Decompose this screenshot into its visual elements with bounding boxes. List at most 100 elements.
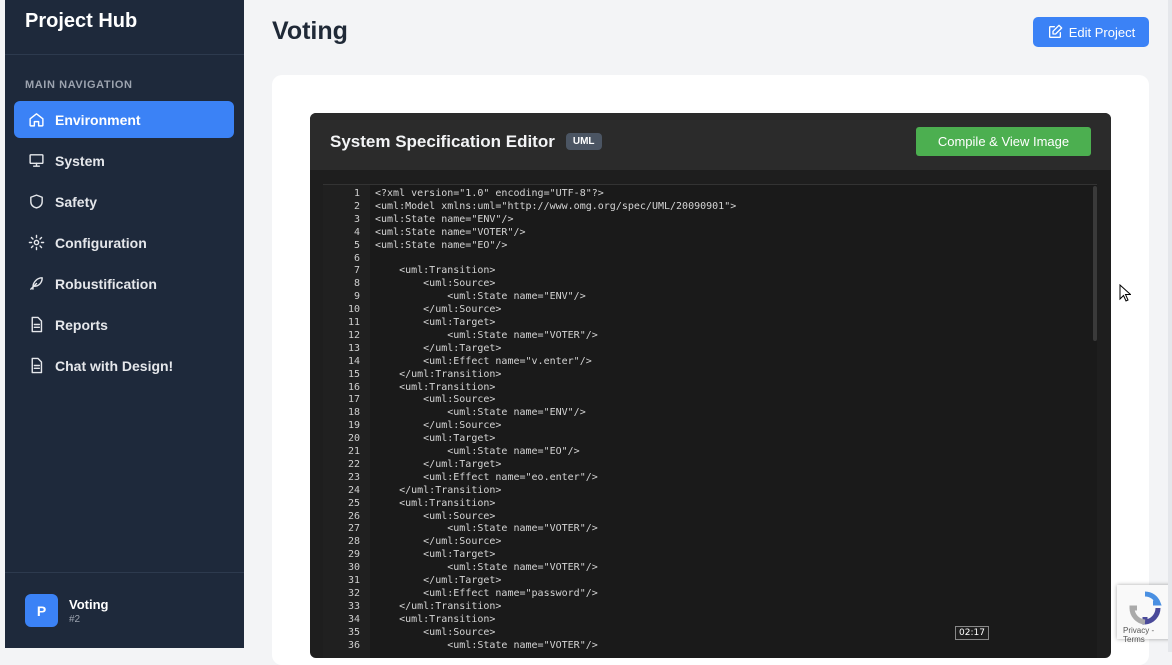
project-switcher[interactable]: P Voting #2	[5, 572, 244, 648]
code-text: </uml:Target>	[375, 458, 502, 470]
editor-header: System Specification Editor UML Compile …	[310, 113, 1111, 170]
compile-view-button[interactable]: Compile & View Image	[916, 127, 1091, 156]
code-line[interactable]: 32 <uml:Effect name="password"/>	[323, 587, 1093, 600]
page-title: Voting	[272, 17, 348, 45]
code-line[interactable]: 13 </uml:Target>	[323, 342, 1093, 355]
code-line[interactable]: 28 </uml:Source>	[323, 535, 1093, 548]
code-line[interactable]: 16 <uml:Transition>	[323, 381, 1093, 394]
line-number: 13	[347, 342, 360, 354]
line-number: 21	[347, 446, 360, 457]
line-number: 1	[353, 188, 360, 199]
code-line[interactable]: 23 <uml:Effect name="eo.enter"/>	[323, 471, 1093, 484]
line-number: 33	[347, 600, 360, 612]
sidebar-item-environment[interactable]: Environment	[14, 101, 234, 138]
code-text: <?xml version="1.0" encoding="UTF-8"?>	[375, 188, 604, 199]
feather-icon	[30, 277, 43, 290]
code-text: <uml:State name="VOTER"/>	[375, 639, 598, 651]
project-name: Voting	[69, 596, 109, 612]
sidebar-item-chat-with-design[interactable]: Chat with Design!	[14, 347, 234, 384]
spec-editor: System Specification Editor UML Compile …	[310, 113, 1111, 658]
recaptcha-terms[interactable]: Privacy - Terms	[1123, 626, 1172, 644]
line-number: 20	[347, 433, 360, 445]
code-line[interactable]: 15 </uml:Transition>	[323, 368, 1093, 381]
code-editor[interactable]: 1 <?xml version="1.0" encoding="UTF-8"?> 2…	[323, 184, 1097, 658]
edit-project-button[interactable]: Edit Project	[1033, 17, 1149, 47]
code-line[interactable]: 3 <uml:State name="ENV"/>	[323, 213, 1093, 226]
code-line[interactable]: 18 <uml:State name="ENV"/>	[323, 406, 1093, 419]
code-line[interactable]: 27 <uml:State name="VOTER"/>	[323, 522, 1093, 535]
sidebar-item-robustification[interactable]: Robustification	[14, 265, 234, 302]
code-line[interactable]: 12 <uml:State name="VOTER"/>	[323, 329, 1093, 342]
code-line[interactable]: 31 </uml:Target>	[323, 574, 1093, 587]
code-line[interactable]: 5 <uml:State name="EO"/>	[323, 239, 1093, 252]
line-number: 10	[347, 304, 360, 316]
code-line[interactable]: 7 <uml:Transition>	[323, 264, 1093, 277]
document-icon	[31, 316, 43, 333]
code-line[interactable]: 25 <uml:Transition>	[323, 497, 1093, 510]
code-text: <uml:Effect name="password"/>	[375, 587, 598, 599]
code-text: </uml:Target>	[375, 575, 502, 586]
code-text: <uml:Effect name="v.enter"/>	[375, 355, 592, 367]
home-icon	[29, 113, 44, 127]
line-number: 22	[347, 458, 360, 470]
sidebar-item-system[interactable]: System	[14, 142, 234, 179]
code-line[interactable]: 14 <uml:Effect name="v.enter"/>	[323, 355, 1093, 368]
code-text: </uml:Source>	[375, 420, 502, 432]
line-number: 11	[347, 317, 360, 328]
line-number: 23	[347, 471, 360, 483]
line-number: 2	[353, 200, 360, 212]
code-text: <uml:Transition>	[375, 497, 496, 509]
avatar: P	[25, 594, 58, 627]
code-line[interactable]: 24 </uml:Transition>	[323, 484, 1093, 497]
code-line[interactable]: 17 <uml:Source>	[323, 393, 1093, 406]
mouse-cursor-icon	[1119, 284, 1131, 302]
line-number: 32	[347, 587, 360, 599]
document-icon	[31, 357, 43, 374]
sidebar-item-configuration[interactable]: Configuration	[14, 224, 234, 261]
line-number: 15	[347, 368, 360, 380]
editor-scrollbar[interactable]	[1093, 186, 1097, 341]
line-number: 29	[347, 549, 360, 561]
code-text: <uml:Source>	[375, 278, 496, 290]
code-line[interactable]: 2 <uml:Model xmlns:uml="http://www.omg.or…	[323, 200, 1093, 213]
project-id: #2	[69, 613, 81, 625]
line-number: 31	[347, 575, 360, 586]
code-line[interactable]: 33 </uml:Transition>	[323, 600, 1093, 613]
sidebar-item-label: System	[55, 152, 105, 169]
uml-badge: UML	[565, 133, 602, 150]
code-text: <uml:State name="ENV"/>	[375, 407, 586, 419]
code-text: <uml:Target>	[375, 549, 496, 561]
code-text: <uml:Transition>	[375, 265, 496, 277]
edit-icon	[1048, 24, 1063, 38]
code-line[interactable]: 6	[323, 252, 1093, 265]
code-line[interactable]: 20 <uml:Target>	[323, 432, 1093, 445]
code-line[interactable]: 36 <uml:State name="VOTER"/>	[323, 639, 1093, 652]
code-line[interactable]: 4 <uml:State name="VOTER"/>	[323, 226, 1093, 239]
line-number: 28	[347, 536, 360, 548]
sidebar: Project Hub MAIN NAVIGATION Environment …	[5, 0, 244, 648]
sidebar-item-label: Safety	[55, 193, 98, 210]
code-line[interactable]: 21 <uml:State name="EO"/>	[323, 445, 1093, 458]
code-text: </uml:Source>	[375, 304, 502, 316]
recaptcha-widget[interactable]: Privacy - Terms	[1117, 585, 1172, 644]
code-line[interactable]: 29 <uml:Target>	[323, 548, 1093, 561]
code-text: <uml:Transition>	[375, 381, 496, 393]
code-line[interactable]: 8 <uml:Source>	[323, 277, 1093, 290]
code-text: <uml:Model xmlns:uml="http://www.omg.org…	[375, 200, 737, 212]
code-line[interactable]: 9 <uml:State name="ENV"/>	[323, 290, 1093, 303]
code-text: <uml:State name="ENV"/>	[375, 291, 586, 303]
code-line[interactable]: 30 <uml:State name="VOTER"/>	[323, 561, 1093, 574]
code-line[interactable]: 19 </uml:Source>	[323, 419, 1093, 432]
line-number: 35	[347, 626, 360, 638]
code-line[interactable]: 10 </uml:Source>	[323, 303, 1093, 316]
code-line[interactable]: 34 <uml:Transition>	[323, 613, 1093, 626]
sidebar-item-safety[interactable]: Safety	[14, 183, 234, 220]
code-line[interactable]: 22 </uml:Target>	[323, 458, 1093, 471]
code-text: </uml:Transition>	[375, 484, 502, 496]
code-line[interactable]: 26 <uml:Source>	[323, 510, 1093, 523]
sidebar-item-label: Environment	[55, 111, 141, 128]
code-line[interactable]: 11 <uml:Target>	[323, 316, 1093, 329]
code-line[interactable]: 1 <?xml version="1.0" encoding="UTF-8"?>	[323, 187, 1093, 200]
line-number: 25	[347, 497, 360, 509]
sidebar-item-reports[interactable]: Reports	[14, 306, 234, 343]
